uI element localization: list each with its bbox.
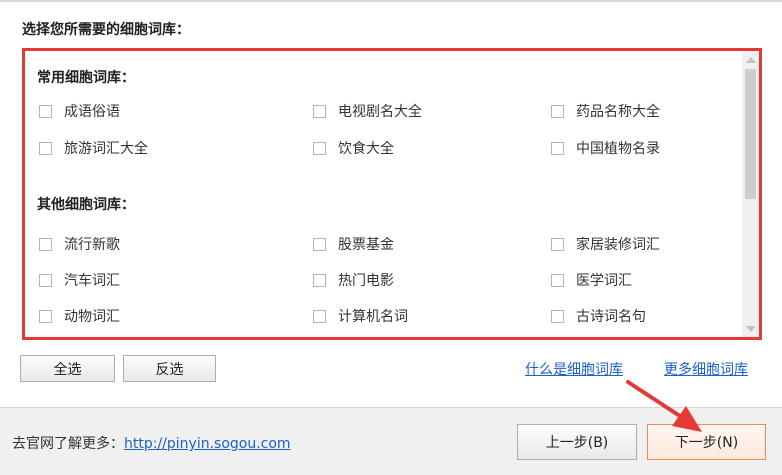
checkbox-item[interactable]: 古诗词名句 [551,306,646,326]
dictionary-list-content: 常用细胞词库： 成语俗语 电视剧名大全 药品名称大全 旅游词汇大全 饮食大全 中… [25,51,739,337]
checkbox-item[interactable]: 热门电影 [313,270,394,290]
checkbox[interactable] [313,273,326,287]
checkbox-label: 股票基金 [338,237,394,253]
checkbox[interactable] [313,237,326,251]
checkbox-label: 流行新歌 [64,237,120,253]
checkbox-item[interactable]: 中国植物名录 [551,138,660,158]
checkbox-item[interactable]: 汽车词汇 [39,270,120,290]
what-is-dictionary-link[interactable]: 什么是细胞词库 [525,359,623,379]
checkbox-label: 成语俗语 [64,104,120,120]
vertical-scrollbar[interactable] [742,51,759,337]
checkbox[interactable] [551,104,564,118]
checkbox-label: 饮食大全 [338,141,394,157]
checkbox-item[interactable]: 家居装修词汇 [551,234,660,254]
checkbox[interactable] [551,309,564,323]
footer-label: 去官网了解更多： [12,436,124,452]
checkbox-label: 汽车词汇 [64,273,120,289]
checkbox[interactable] [551,141,564,155]
top-border [0,0,782,2]
checkbox[interactable] [313,141,326,155]
checkbox-label: 动物词汇 [64,309,120,325]
checkbox[interactable] [39,237,52,251]
next-step-button[interactable]: 下一步(N) [647,424,766,460]
official-site-link[interactable]: http://pinyin.sogou.com [124,436,291,452]
checkbox-label: 药品名称大全 [576,104,660,120]
checkbox-label: 电视剧名大全 [338,104,422,120]
previous-step-button[interactable]: 上一步(B) [517,424,637,460]
checkbox-label: 医学词汇 [576,273,632,289]
more-dictionaries-link[interactable]: 更多细胞词库 [664,359,748,379]
checkbox-label: 计算机名词 [338,309,408,325]
checkbox-item[interactable]: 动物词汇 [39,306,120,326]
checkbox[interactable] [39,141,52,155]
checkbox-item[interactable]: 药品名称大全 [551,101,660,121]
checkbox-item[interactable]: 旅游词汇大全 [39,138,148,158]
checkbox-label: 古诗词名句 [576,309,646,325]
scrollbar-thumb[interactable] [745,69,756,199]
checkbox-item[interactable]: 电视剧名大全 [313,101,422,121]
checkbox-item[interactable]: 医学词汇 [551,270,632,290]
checkbox-item[interactable]: 计算机名词 [313,306,408,326]
scroll-down-arrow-icon[interactable] [742,320,759,337]
checkbox-item[interactable]: 流行新歌 [39,234,120,254]
checkbox[interactable] [39,309,52,323]
checkbox[interactable] [39,104,52,118]
invert-selection-button[interactable]: 反选 [123,355,216,382]
checkbox-item[interactable]: 饮食大全 [313,138,394,158]
checkbox-item[interactable]: 股票基金 [313,234,394,254]
checkbox-item[interactable]: 成语俗语 [39,101,120,121]
select-all-button[interactable]: 全选 [20,355,115,382]
checkbox[interactable] [551,273,564,287]
section-title-other: 其他细胞词库： [37,197,135,213]
footer-bar: 去官网了解更多：http://pinyin.sogou.com 上一步(B) 下… [0,407,782,475]
scroll-up-arrow-icon[interactable] [742,51,759,68]
checkbox-label: 热门电影 [338,273,394,289]
checkbox[interactable] [551,237,564,251]
checkbox-label: 旅游词汇大全 [64,141,148,157]
footer-info: 去官网了解更多：http://pinyin.sogou.com [12,433,291,453]
checkbox-label: 中国植物名录 [576,141,660,157]
checkbox[interactable] [313,309,326,323]
checkbox-label: 家居装修词汇 [576,237,660,253]
checkbox[interactable] [313,104,326,118]
page-title: 选择您所需要的细胞词库： [22,22,190,38]
checkbox[interactable] [39,273,52,287]
section-title-common: 常用细胞词库： [37,70,135,86]
dictionary-list-panel: 常用细胞词库： 成语俗语 电视剧名大全 药品名称大全 旅游词汇大全 饮食大全 中… [22,48,762,340]
